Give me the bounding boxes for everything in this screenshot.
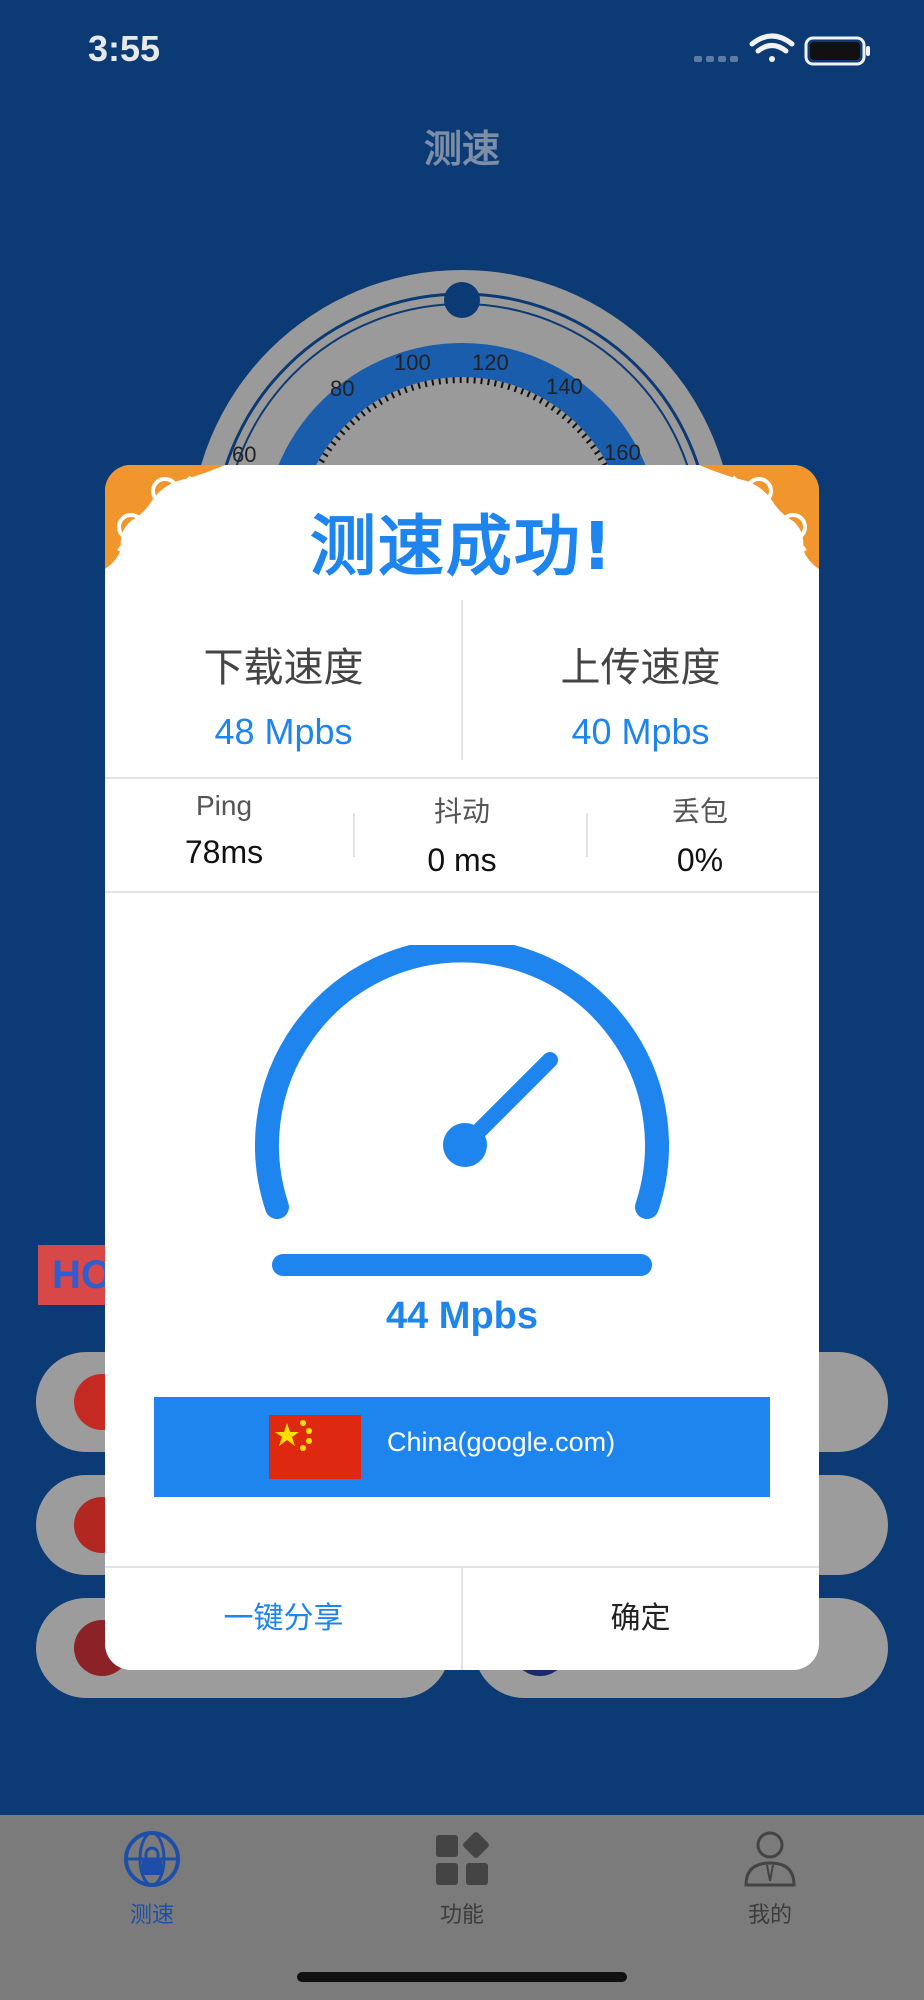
tab-mine[interactable]: 我的 <box>680 1815 860 1935</box>
tab-label-features: 功能 <box>439 1903 484 1928</box>
status-icons <box>694 33 870 66</box>
metric-ping-label: Ping <box>195 790 253 821</box>
metric-jitter-value: 0 ms <box>427 842 497 878</box>
metric-ping: Ping 78ms <box>105 790 343 871</box>
home-indicator <box>297 1972 627 1982</box>
tab-label-mine: 我的 <box>747 1903 792 1928</box>
dialog-title: 测速成功! <box>309 508 615 585</box>
signal-icon <box>694 56 738 62</box>
divider <box>105 777 819 779</box>
gauge-tick-60: 60 <box>232 442 256 467</box>
upload-speed-value: 40 Mpbs <box>571 711 710 752</box>
metric-packet-loss-value: 0% <box>676 842 724 878</box>
server-name: China(google.com) <box>387 1427 616 1457</box>
speedometer-icon <box>255 945 669 1219</box>
tab-features[interactable]: 功能 <box>372 1815 552 1935</box>
divider <box>105 891 819 893</box>
confirm-button[interactable]: 确定 <box>462 1568 819 1670</box>
metric-ping-value: 78ms <box>184 834 264 870</box>
status-time: 3:55 <box>88 28 161 69</box>
download-speed-block: 下载速度 48 Mpbs <box>105 635 462 753</box>
metric-packet-loss-label: 丢包 <box>671 796 728 827</box>
download-speed-value: 48 Mpbs <box>214 711 353 752</box>
person-icon <box>744 1831 796 1887</box>
gauge-hub <box>443 1123 487 1167</box>
download-speed-label: 下载速度 <box>203 645 364 691</box>
gauge-tick-160: 160 <box>604 440 641 465</box>
gauge-tick-100: 100 <box>394 350 431 375</box>
selected-server[interactable]: China(google.com) <box>154 1397 770 1497</box>
wifi-icon <box>749 33 795 62</box>
battery-icon <box>804 36 870 66</box>
result-speed-value: 44 Mpbs <box>385 1295 539 1337</box>
metric-packet-loss: 丢包 0% <box>581 790 819 879</box>
metric-jitter-label: 抖动 <box>433 796 490 827</box>
gauge-knob <box>444 282 480 318</box>
tab-speedtest[interactable]: 测速 <box>62 1815 242 1935</box>
page-title: 测速 <box>423 127 500 171</box>
gauge-tick-140: 140 <box>546 374 583 399</box>
upload-speed-label: 上传速度 <box>560 645 721 691</box>
gauge-base-bar <box>272 1254 652 1276</box>
speedtest-result-dialog: 测速成功! 下载速度 48 Mpbs 上传速度 40 Mpbs Ping 78m… <box>105 465 819 1670</box>
gauge-tick-80: 80 <box>330 376 354 401</box>
china-flag-icon <box>269 1415 361 1479</box>
share-button[interactable]: 一键分享 <box>105 1568 462 1670</box>
gauge-tick-120: 120 <box>472 350 509 375</box>
grid-icon <box>436 1832 489 1885</box>
globe-lock-icon <box>124 1831 180 1887</box>
upload-speed-block: 上传速度 40 Mpbs <box>462 635 819 753</box>
tab-label-speedtest: 测速 <box>129 1903 174 1928</box>
metric-jitter: 抖动 0 ms <box>343 790 581 879</box>
